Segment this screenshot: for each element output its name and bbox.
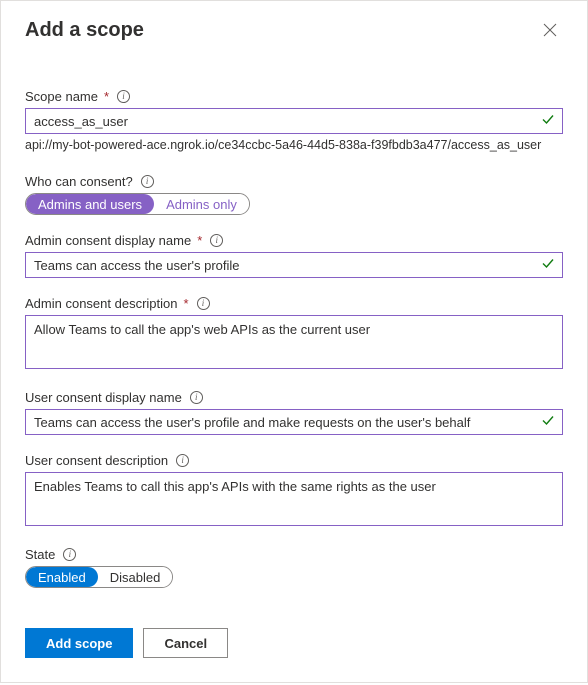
- label-text: State: [25, 547, 55, 562]
- panel-header: Add a scope: [25, 19, 563, 43]
- user-display-field: User consent display name i: [25, 390, 563, 435]
- info-icon[interactable]: i: [117, 90, 130, 103]
- info-icon[interactable]: i: [210, 234, 223, 247]
- admin-desc-label: Admin consent description * i: [25, 296, 563, 311]
- admin-display-field: Admin consent display name * i: [25, 233, 563, 278]
- state-label: State i: [25, 547, 563, 562]
- user-display-input[interactable]: [25, 409, 563, 435]
- label-text: Admin consent description: [25, 296, 177, 311]
- info-icon[interactable]: i: [190, 391, 203, 404]
- admin-display-input[interactable]: [25, 252, 563, 278]
- state-option-disabled[interactable]: Disabled: [98, 567, 173, 587]
- who-consent-field: Who can consent? i Admins and users Admi…: [25, 174, 563, 215]
- info-icon[interactable]: i: [63, 548, 76, 561]
- scope-name-input[interactable]: [25, 108, 563, 134]
- label-text: Scope name: [25, 89, 98, 104]
- panel-footer: Add scope Cancel: [25, 628, 563, 658]
- state-option-enabled[interactable]: Enabled: [26, 567, 98, 587]
- consent-option-admins-only[interactable]: Admins only: [154, 194, 249, 214]
- consent-option-admins-users[interactable]: Admins and users: [26, 194, 154, 214]
- state-field: State i Enabled Disabled: [25, 547, 563, 588]
- state-toggle: Enabled Disabled: [25, 566, 173, 588]
- user-desc-field: User consent description i: [25, 453, 563, 529]
- add-scope-button[interactable]: Add scope: [25, 628, 133, 658]
- info-icon[interactable]: i: [141, 175, 154, 188]
- admin-desc-textarea[interactable]: [25, 315, 563, 369]
- panel-title: Add a scope: [25, 19, 144, 42]
- info-icon[interactable]: i: [176, 454, 189, 467]
- scope-name-label: Scope name * i: [25, 89, 563, 104]
- admin-desc-field: Admin consent description * i: [25, 296, 563, 372]
- scope-uri: api://my-bot-powered-ace.ngrok.io/ce34cc…: [25, 138, 563, 152]
- required-asterisk: *: [197, 233, 202, 248]
- label-text: User consent description: [25, 453, 168, 468]
- admin-display-label: Admin consent display name * i: [25, 233, 563, 248]
- user-desc-textarea[interactable]: [25, 472, 563, 526]
- required-asterisk: *: [104, 89, 109, 104]
- label-text: Who can consent?: [25, 174, 133, 189]
- required-asterisk: *: [183, 296, 188, 311]
- user-display-label: User consent display name i: [25, 390, 563, 405]
- who-consent-label: Who can consent? i: [25, 174, 563, 189]
- who-consent-toggle: Admins and users Admins only: [25, 193, 250, 215]
- info-icon[interactable]: i: [197, 297, 210, 310]
- user-desc-label: User consent description i: [25, 453, 563, 468]
- cancel-button[interactable]: Cancel: [143, 628, 228, 658]
- label-text: User consent display name: [25, 390, 182, 405]
- label-text: Admin consent display name: [25, 233, 191, 248]
- scope-name-field: Scope name * i: [25, 89, 563, 134]
- add-scope-panel: Add a scope Scope name * i api://my-bot-…: [0, 0, 588, 683]
- close-icon[interactable]: [543, 23, 563, 43]
